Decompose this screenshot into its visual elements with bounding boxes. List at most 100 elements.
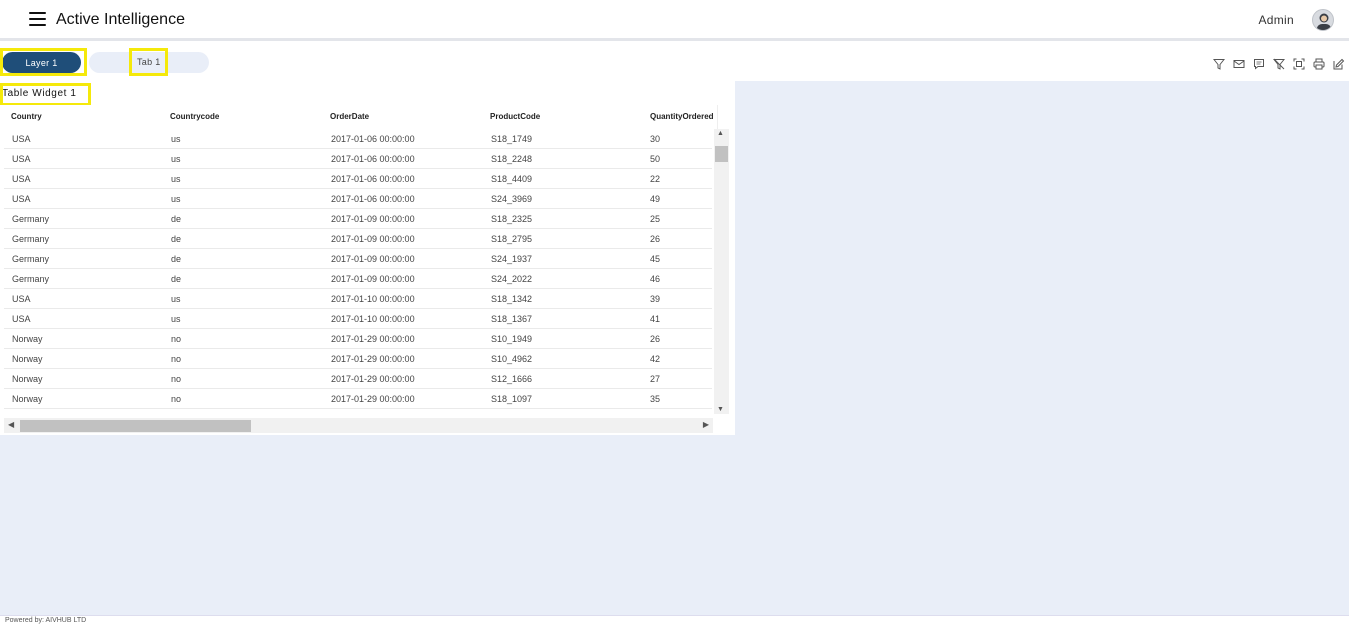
table-cell: us xyxy=(171,314,181,324)
table-cell: S18_2795 xyxy=(491,234,533,244)
table-cell: Norway xyxy=(12,374,43,384)
table-cell: S24_2022 xyxy=(491,274,533,284)
table-cell: 2017-01-06 00:00:00 xyxy=(331,154,415,164)
table-cell: Germany xyxy=(12,234,50,244)
user-avatar-icon xyxy=(1317,13,1331,30)
table-row[interactable]: Germany de 2017-01-09 00:00:00 S18_2795 26 xyxy=(4,229,712,249)
table-cell: S18_1367 xyxy=(491,314,533,324)
table-row[interactable]: USA us 2017-01-10 00:00:00 S18_1367 41 xyxy=(4,309,712,329)
table-cell: de xyxy=(171,234,182,244)
table-cell: 2017-01-29 00:00:00 xyxy=(331,374,415,384)
table-cell: USA xyxy=(12,134,31,144)
vertical-scroll-thumb[interactable] xyxy=(715,146,728,162)
table-cell: 2017-01-06 00:00:00 xyxy=(331,174,415,184)
table-cell: 42 xyxy=(650,354,661,364)
table-cell: no xyxy=(171,354,182,364)
table-cell: USA xyxy=(12,314,31,324)
table-cell: 35 xyxy=(650,394,661,404)
table-cell: 2017-01-29 00:00:00 xyxy=(331,334,415,344)
table-cell: S18_1097 xyxy=(491,394,533,404)
table-cell: 30 xyxy=(650,134,661,144)
scroll-up-icon[interactable]: ▲ xyxy=(717,130,724,137)
table-cell: 2017-01-09 00:00:00 xyxy=(331,254,415,264)
table-cell: 22 xyxy=(650,174,661,184)
table-cell: 2017-01-29 00:00:00 xyxy=(331,354,415,364)
scroll-left-icon[interactable]: ◀ xyxy=(8,420,14,429)
table-row[interactable]: Germany de 2017-01-09 00:00:00 S24_2022 46 xyxy=(4,269,712,289)
column-header-countrycode[interactable]: Countrycode xyxy=(170,112,219,121)
avatar[interactable] xyxy=(1312,9,1334,31)
table-cell: 2017-01-10 00:00:00 xyxy=(331,294,415,304)
table-cell: USA xyxy=(12,294,31,304)
horizontal-scroll-thumb[interactable] xyxy=(20,420,251,432)
table-cell: 2017-01-09 00:00:00 xyxy=(331,234,415,244)
table-cell: 27 xyxy=(650,374,661,384)
table-cell: S24_3969 xyxy=(491,194,533,204)
vertical-scrollbar[interactable]: ▲ ▼ xyxy=(714,129,729,414)
table-row[interactable]: USA us 2017-01-06 00:00:00 S24_3969 49 xyxy=(4,189,712,209)
table-cell: 25 xyxy=(650,214,661,224)
app-title: Active Intelligence xyxy=(56,11,185,28)
highlight-widget-title xyxy=(0,83,91,106)
comment-icon[interactable] xyxy=(1253,58,1265,70)
table-cell: Germany xyxy=(12,254,50,264)
footer-powered-by: Powered by: AIVHUB LTD xyxy=(5,617,87,624)
table-row[interactable]: Germany de 2017-01-09 00:00:00 S24_1937 45 xyxy=(4,249,712,269)
highlight-tab-1 xyxy=(129,48,168,76)
table-cell: 2017-01-09 00:00:00 xyxy=(331,274,415,284)
print-icon[interactable] xyxy=(1313,58,1325,70)
table-cell: 2017-01-29 00:00:00 xyxy=(331,394,415,404)
user-name[interactable]: Admin xyxy=(1258,13,1294,27)
table-row[interactable]: USA us 2017-01-06 00:00:00 S18_2248 50 xyxy=(4,149,712,169)
table-cell: us xyxy=(171,154,181,164)
table-cell: Germany xyxy=(12,214,50,224)
table-cell: us xyxy=(171,134,181,144)
screenshot-icon[interactable] xyxy=(1293,58,1305,70)
table-cell: no xyxy=(171,334,182,344)
table-cell: 39 xyxy=(650,294,661,304)
footer: Powered by: AIVHUB LTD xyxy=(0,615,1349,626)
table-cell: 45 xyxy=(650,254,661,264)
table-row[interactable]: Norway no 2017-01-29 00:00:00 S18_1097 35 xyxy=(4,389,712,409)
table-cell: 2017-01-09 00:00:00 xyxy=(331,214,415,224)
table-cell: 41 xyxy=(650,314,661,324)
table-cell: no xyxy=(171,394,182,404)
table-cell: S24_1937 xyxy=(491,254,533,264)
table-cell: 26 xyxy=(650,234,661,244)
table-cell: 2017-01-06 00:00:00 xyxy=(331,194,415,204)
table-cell: USA xyxy=(12,194,31,204)
table-cell: 2017-01-06 00:00:00 xyxy=(331,134,415,144)
horizontal-scrollbar[interactable]: ◀ ▶ xyxy=(4,418,713,433)
table-cell: us xyxy=(171,194,181,204)
table-cell: us xyxy=(171,294,181,304)
table-cell: S10_1949 xyxy=(491,334,533,344)
table-cell: S10_4962 xyxy=(491,354,533,364)
edit-icon[interactable] xyxy=(1333,58,1345,70)
column-header-quantityordered[interactable]: QuantityOrdered xyxy=(650,112,714,121)
table-row[interactable]: Norway no 2017-01-29 00:00:00 S12_1666 27 xyxy=(4,369,712,389)
table-row[interactable]: USA us 2017-01-10 00:00:00 S18_1342 39 xyxy=(4,289,712,309)
table-row[interactable]: Norway no 2017-01-29 00:00:00 S10_4962 42 xyxy=(4,349,712,369)
table-cell: S18_1749 xyxy=(491,134,533,144)
widget-toolbar xyxy=(1213,58,1345,70)
scroll-right-icon[interactable]: ▶ xyxy=(703,420,709,429)
table-row[interactable]: USA us 2017-01-06 00:00:00 S18_4409 22 xyxy=(4,169,712,189)
column-header-country[interactable]: Country xyxy=(11,112,42,121)
table-row[interactable]: Germany de 2017-01-09 00:00:00 S18_2325 25 xyxy=(4,209,712,229)
table-cell: S18_2248 xyxy=(491,154,533,164)
table-cell: 49 xyxy=(650,194,661,204)
canvas-empty-area xyxy=(735,81,1349,615)
column-header-productcode[interactable]: ProductCode xyxy=(490,112,540,121)
table-cell: us xyxy=(171,174,181,184)
email-icon[interactable] xyxy=(1233,58,1245,70)
filter-icon[interactable] xyxy=(1213,58,1225,70)
column-header-orderdate[interactable]: OrderDate xyxy=(330,112,369,121)
hamburger-menu-icon[interactable] xyxy=(29,12,46,26)
table-cell: S18_4409 xyxy=(491,174,533,184)
table-row[interactable]: Norway no 2017-01-29 00:00:00 S10_1949 26 xyxy=(4,329,712,349)
scroll-down-icon[interactable]: ▼ xyxy=(717,406,724,413)
table-row[interactable]: USA us 2017-01-06 00:00:00 S18_1749 30 xyxy=(4,129,712,149)
clear-filter-icon[interactable] xyxy=(1273,58,1285,70)
table-header: Country Countrycode OrderDate ProductCod… xyxy=(0,105,718,129)
table-cell: S18_1342 xyxy=(491,294,533,304)
